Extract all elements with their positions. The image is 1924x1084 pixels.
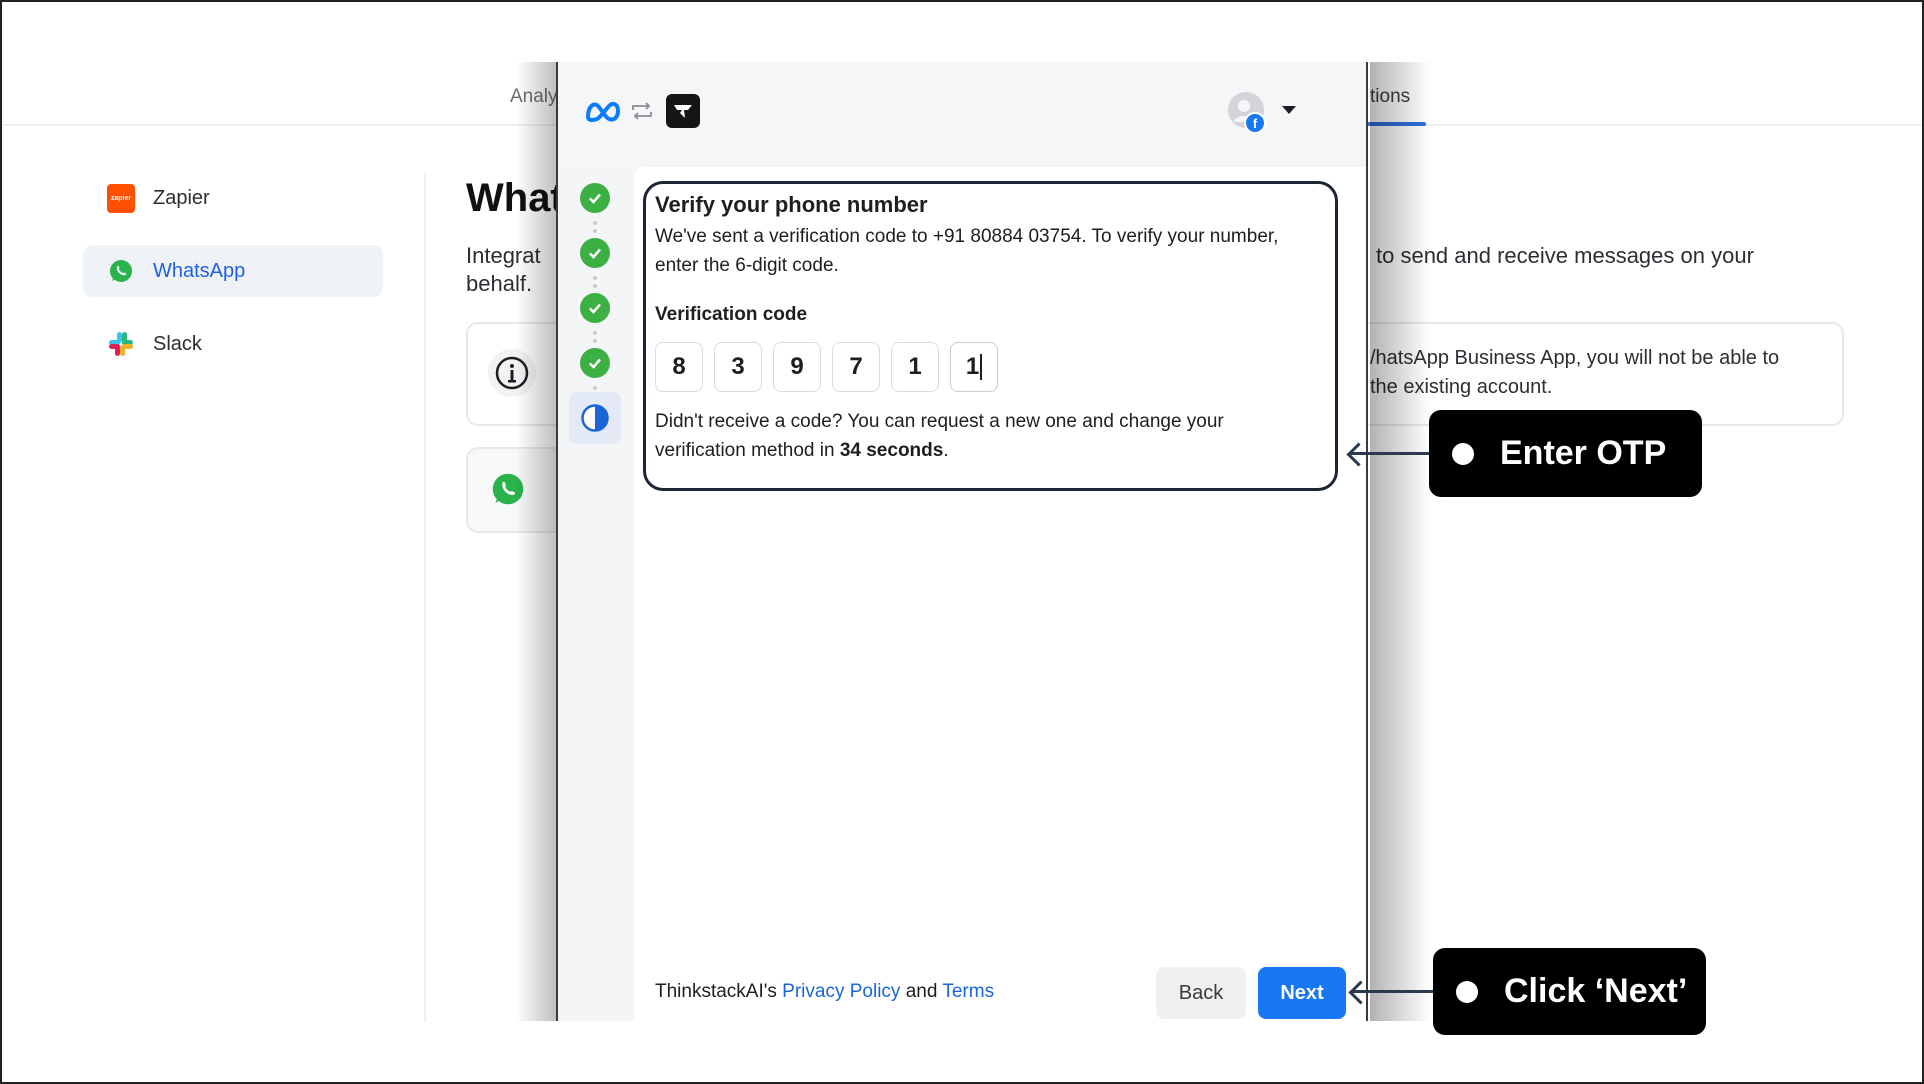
click-next-callout: Click ‘Next’	[1433, 948, 1706, 1035]
otp-digit-5[interactable]: 1	[891, 342, 939, 392]
sidebar-item-label: Slack	[153, 332, 202, 355]
sidebar-divider	[424, 172, 426, 1022]
privacy-policy-link[interactable]: Privacy Policy	[782, 981, 900, 1002]
sidebar-item-label: WhatsApp	[153, 259, 246, 282]
terms-link[interactable]: Terms	[942, 981, 994, 1002]
progress-steps	[558, 165, 634, 1021]
enter-otp-label: Enter OTP	[1500, 434, 1667, 472]
page-description-right: to send and receive messages on your	[1376, 243, 1754, 268]
click-next-label: Click ‘Next’	[1504, 972, 1688, 1010]
sidebar-item-whatsapp[interactable]: WhatsApp	[83, 245, 383, 297]
modal-header: f	[558, 62, 1366, 165]
step-connector-dot	[593, 276, 597, 280]
otp-digit-4[interactable]: 7	[832, 342, 880, 392]
step-connector-dot	[593, 386, 597, 390]
step-connector-dot	[593, 229, 597, 233]
otp-digit-3[interactable]: 9	[773, 342, 821, 392]
and-text: and	[900, 981, 943, 1002]
text-cursor	[980, 354, 983, 380]
step-complete-icon	[580, 348, 610, 378]
sidebar-item-zapier[interactable]: zapier Zapier	[83, 172, 383, 224]
swap-arrows-icon	[632, 102, 652, 120]
step-complete-icon	[580, 238, 610, 268]
info-card-text-line2: the existing account.	[1370, 376, 1553, 398]
slack-icon	[107, 330, 135, 358]
callout-dot-icon	[1456, 980, 1478, 1003]
step-complete-icon	[580, 293, 610, 323]
step-connector-dot	[593, 331, 597, 335]
sidebar-item-label: Zapier	[153, 186, 210, 209]
thinkstack-logo-icon	[666, 94, 700, 128]
verification-code-label: Verification code	[655, 304, 808, 325]
resend-countdown: 34 seconds	[839, 440, 944, 461]
resend-code-text: Didn't receive a code? You can request a…	[655, 407, 1295, 465]
step-complete-icon	[580, 183, 610, 213]
otp-digit-1[interactable]: 8	[655, 342, 703, 392]
zapier-logo-icon: zapier	[107, 183, 135, 213]
callout-dot-icon	[1452, 442, 1474, 465]
whatsapp-icon	[107, 257, 135, 285]
verify-title: Verify your phone number	[655, 192, 928, 217]
modal-shadow-right	[1370, 62, 1430, 1021]
footer-legal: ThinkstackAI's Privacy Policy and Terms	[655, 981, 994, 1003]
embedded-signup-modal: f Verify your phone number We've sent a …	[556, 62, 1368, 1021]
meta-logo-icon	[585, 101, 621, 123]
otp-digit-2[interactable]: 3	[714, 342, 762, 392]
step-in-progress-icon	[580, 403, 610, 438]
modal-shadow-left	[516, 62, 556, 1021]
otp-digit-6[interactable]: 1	[950, 342, 998, 392]
otp-digit-6-value: 1	[965, 353, 980, 380]
info-card-text-line1: /hatsApp Business App, you will not be a…	[1370, 347, 1780, 369]
facebook-badge-icon: f	[1244, 112, 1266, 134]
step-connector-dot	[593, 284, 597, 288]
step-connector-dot	[593, 339, 597, 343]
enter-otp-callout: Enter OTP	[1429, 410, 1702, 497]
verify-description: We've sent a verification code to +91 80…	[655, 226, 1279, 276]
back-button[interactable]: Back	[1156, 967, 1246, 1019]
resend-suffix: .	[943, 440, 949, 461]
sidebar-item-slack[interactable]: Slack	[83, 318, 383, 370]
next-button[interactable]: Next	[1258, 967, 1346, 1019]
step-connector-dot	[593, 221, 597, 225]
company-name: ThinkstackAI's	[655, 981, 783, 1002]
caret-down-icon[interactable]	[1282, 106, 1296, 114]
